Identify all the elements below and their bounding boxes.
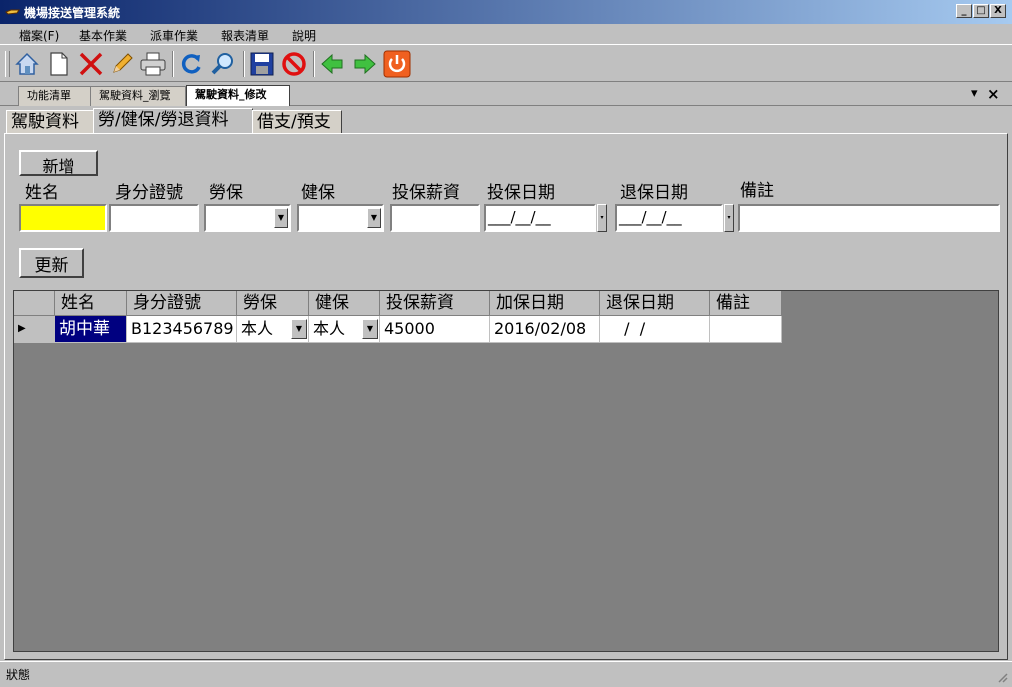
label-id-number: 身分證號 bbox=[115, 183, 183, 203]
save-icon[interactable] bbox=[247, 49, 277, 79]
minimize-button[interactable]: _ bbox=[956, 4, 972, 18]
table-cell-labor-value: 本人 bbox=[241, 319, 274, 338]
label-name: 姓名 bbox=[25, 183, 59, 203]
label-labor-insurance: 勞保 bbox=[209, 183, 243, 203]
label-note: 備註 bbox=[740, 181, 774, 201]
chevron-down-icon[interactable]: ▼ bbox=[291, 319, 307, 339]
forward-arrow-icon[interactable] bbox=[350, 49, 380, 79]
toolbar bbox=[0, 44, 1012, 82]
table-cell-name[interactable]: 胡中華 bbox=[55, 316, 127, 343]
tab-function-list[interactable]: 功能清單 bbox=[18, 86, 91, 106]
end-date-spin[interactable]: ▾ bbox=[724, 204, 734, 232]
table-cell-labor[interactable]: 本人 ▼ bbox=[237, 316, 309, 343]
status-text: 狀態 bbox=[6, 668, 31, 682]
resize-grip-icon[interactable] bbox=[996, 671, 1008, 683]
label-end-date: 退保日期 bbox=[620, 183, 688, 203]
column-header[interactable]: 健保 bbox=[309, 291, 380, 316]
tab-insurance-info[interactable]: 勞/健保/勞退資料 bbox=[93, 108, 253, 134]
add-button[interactable]: 新增 bbox=[19, 150, 98, 176]
tab-advance-payment[interactable]: 借支/預支 bbox=[252, 110, 342, 134]
title-bar: 機場接送管理系統 _ □ X bbox=[0, 0, 1012, 24]
health-insurance-select[interactable]: ▼ bbox=[297, 204, 384, 232]
toolbar-grip[interactable] bbox=[5, 51, 10, 77]
back-arrow-icon[interactable] bbox=[317, 49, 347, 79]
cancel-icon[interactable] bbox=[279, 49, 309, 79]
new-document-icon[interactable] bbox=[44, 49, 74, 79]
document-tabs: 功能清單 駕駛資料_瀏覽 駕駛資料_修改 ▾ × bbox=[0, 84, 1012, 106]
labor-insurance-select[interactable]: ▼ bbox=[204, 204, 291, 232]
menu-file[interactable]: 檔案(F) bbox=[19, 27, 59, 44]
label-health-insurance: 健保 bbox=[301, 183, 335, 203]
id-number-input[interactable] bbox=[109, 204, 199, 232]
search-icon[interactable] bbox=[208, 49, 238, 79]
menu-reports[interactable]: 報表清單 bbox=[221, 27, 269, 44]
menu-basic[interactable]: 基本作業 bbox=[79, 27, 127, 44]
inner-tabs: 駕駛資料 勞/健保/勞退資料 借支/預支 bbox=[4, 108, 1008, 134]
start-date-input[interactable]: ___/__/__ bbox=[484, 204, 596, 232]
start-date-spin[interactable]: ▾ bbox=[597, 204, 607, 232]
chevron-down-icon[interactable]: ▼ bbox=[367, 208, 381, 228]
tab-list-dropdown-icon[interactable]: ▾ bbox=[971, 86, 978, 101]
row-selector-icon[interactable]: ▶ bbox=[14, 316, 55, 343]
menu-dispatch[interactable]: 派車作業 bbox=[150, 27, 198, 44]
tab-driver-info[interactable]: 駕駛資料 bbox=[6, 110, 94, 134]
close-tab-icon[interactable]: × bbox=[987, 85, 1000, 103]
table-cell-start-date[interactable]: 2016/02/08 bbox=[490, 316, 600, 343]
end-date-input[interactable]: ___/__/__ bbox=[615, 204, 723, 232]
update-button[interactable]: 更新 bbox=[19, 248, 84, 278]
maximize-button[interactable]: □ bbox=[973, 4, 989, 18]
table-cell-note[interactable] bbox=[710, 316, 782, 343]
window-title: 機場接送管理系統 bbox=[24, 6, 121, 20]
app-logo-icon bbox=[5, 9, 20, 15]
label-start-date: 投保日期 bbox=[487, 183, 555, 203]
chevron-down-icon[interactable]: ▼ bbox=[362, 319, 378, 339]
menu-help[interactable]: 說明 bbox=[292, 27, 316, 44]
column-header[interactable]: 投保薪資 bbox=[380, 291, 490, 316]
status-bar: 狀態 bbox=[0, 661, 1012, 687]
toolbar-separator bbox=[172, 51, 174, 77]
tab-driver-browse[interactable]: 駕駛資料_瀏覽 bbox=[90, 86, 186, 106]
column-header[interactable]: 備註 bbox=[710, 291, 782, 316]
menu-bar: 檔案(F) 基本作業 派車作業 報表清單 說明 bbox=[0, 24, 1012, 44]
power-icon[interactable] bbox=[382, 49, 412, 79]
row-header-corner bbox=[14, 291, 55, 316]
label-insured-salary: 投保薪資 bbox=[392, 183, 460, 203]
table-cell-salary[interactable]: 45000 bbox=[380, 316, 490, 343]
table-cell-id[interactable]: B123456789 bbox=[127, 316, 237, 343]
toolbar-separator bbox=[313, 51, 315, 77]
column-header[interactable]: 加保日期 bbox=[490, 291, 600, 316]
toolbar-separator bbox=[243, 51, 245, 77]
column-header[interactable]: 姓名 bbox=[55, 291, 127, 316]
refresh-icon[interactable] bbox=[176, 49, 206, 79]
table-cell-end-date[interactable]: / / bbox=[600, 316, 710, 343]
table-cell-health-value: 本人 bbox=[313, 319, 346, 338]
column-header[interactable]: 退保日期 bbox=[600, 291, 710, 316]
tab-driver-edit[interactable]: 駕駛資料_修改 bbox=[186, 85, 290, 106]
table-cell-health[interactable]: 本人 ▼ bbox=[309, 316, 380, 343]
data-grid[interactable]: 姓名 身分證號 勞保 健保 投保薪資 加保日期 退保日期 備註 ▶ 胡中華 B1… bbox=[13, 290, 999, 652]
chevron-down-icon[interactable]: ▼ bbox=[274, 208, 288, 228]
column-header[interactable]: 身分證號 bbox=[127, 291, 237, 316]
home-icon[interactable] bbox=[12, 49, 42, 79]
column-header[interactable]: 勞保 bbox=[237, 291, 309, 316]
insured-salary-input[interactable] bbox=[390, 204, 480, 232]
name-input[interactable] bbox=[19, 204, 107, 232]
note-input[interactable] bbox=[738, 204, 1000, 232]
close-button[interactable]: X bbox=[990, 4, 1006, 18]
edit-pencil-icon[interactable] bbox=[107, 49, 137, 79]
delete-icon[interactable] bbox=[76, 49, 106, 79]
print-icon[interactable] bbox=[138, 49, 168, 79]
